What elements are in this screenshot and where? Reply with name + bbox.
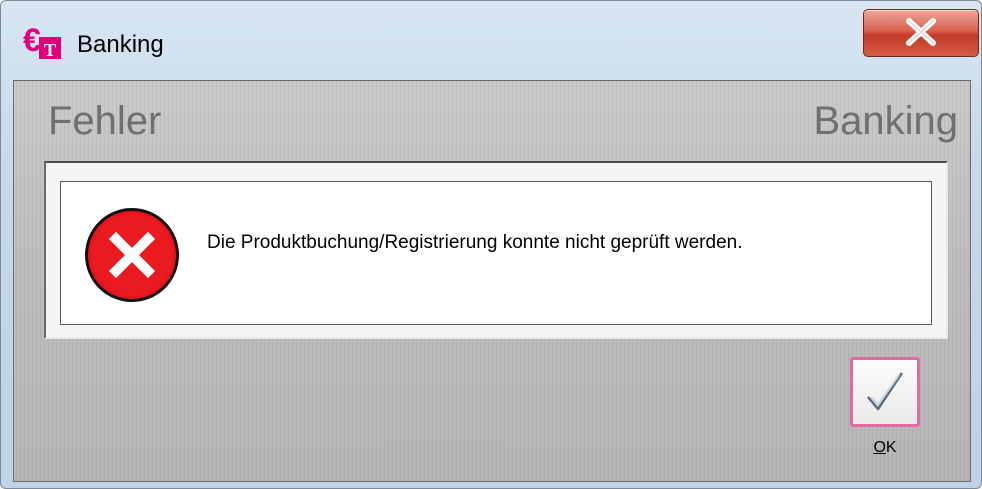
ok-button[interactable] (850, 357, 920, 427)
window-title: Banking (77, 31, 164, 58)
error-icon (85, 208, 179, 302)
ok-mnemonic: O (873, 439, 886, 456)
dialog-window: T € Banking Fehler Banking Die Produktbu… (0, 0, 982, 489)
error-message: Die Produktbuchung/Registrierung konnte … (207, 232, 743, 253)
close-icon (906, 18, 936, 46)
banking-app-icon: T € (23, 25, 61, 60)
close-button[interactable] (863, 9, 979, 57)
ok-control: OK (850, 357, 928, 467)
dialog-brand: Banking (813, 99, 958, 143)
dialog-heading: Fehler (48, 99, 162, 143)
ok-label-rest: K (885, 439, 897, 456)
checkmark-icon (867, 372, 904, 411)
dialog-header: Fehler Banking (14, 81, 970, 159)
message-panel: Die Produktbuchung/Registrierung konnte … (60, 181, 932, 325)
svg-text:T: T (44, 40, 56, 60)
ok-label[interactable]: OK (850, 439, 920, 457)
message-frame: Die Produktbuchung/Registrierung konnte … (44, 161, 948, 339)
title-bar[interactable]: T € Banking (1, 1, 981, 79)
svg-text:€: € (23, 25, 41, 58)
dialog-body: Fehler Banking Die Produktbuchung/Regist… (13, 80, 971, 482)
